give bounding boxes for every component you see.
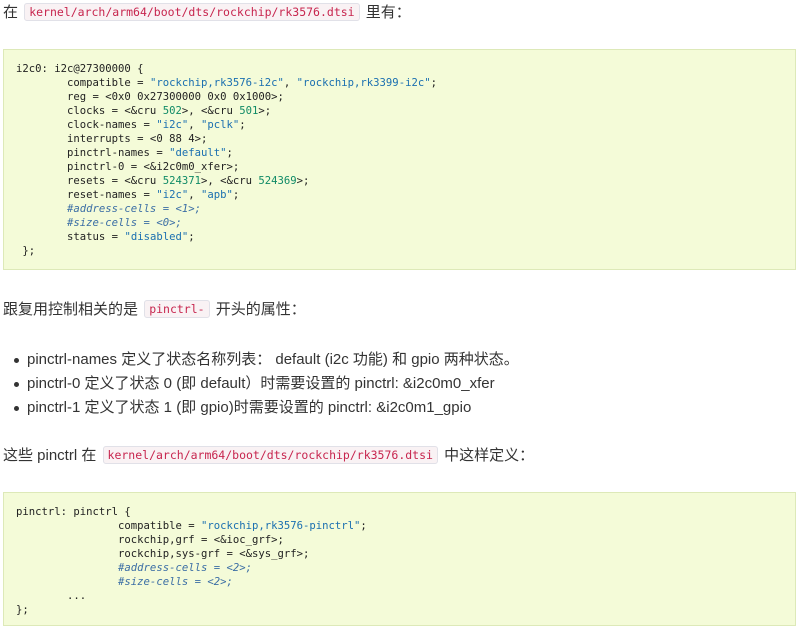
pinctrl-definition-paragraph: 这些 pinctrl 在 kernel/arch/arm64/boot/dts/… (3, 443, 534, 468)
intro-paragraph: 在 kernel/arch/arm64/boot/dts/rockchip/rk… (3, 0, 411, 25)
code-token: 524369 (258, 175, 297, 187)
code-token: ; (430, 77, 437, 89)
sentence3-file-path: kernel/arch/arm64/boot/dts/rockchip/rk35… (102, 446, 438, 464)
code-token: rockchip,grf = <&ioc_grf>; (16, 534, 284, 546)
code-token: ; (226, 147, 233, 159)
code-token: ; (232, 189, 240, 201)
code-token: 524371 (162, 175, 201, 187)
code-line: reg = <0x0 0x27300000 0x0 0x1000>; (16, 90, 284, 104)
code-token: "apb" (200, 189, 233, 201)
code-token: }; (16, 245, 36, 257)
pinctrl-property-list: pinctrl-names 定义了状态名称列表： default (i2c 功能… (0, 348, 519, 420)
code-token: , (188, 119, 201, 131)
code-line: rockchip,sys-grf = <&sys_grf>; (16, 547, 309, 561)
pinctrl-code-block: pinctrl: pinctrl { compatible = "rockchi… (3, 492, 796, 626)
code-token: pinctrl-names = (16, 147, 170, 159)
code-line: clock-names = "i2c", "pclk"; (16, 118, 246, 132)
code-line: #address-cells = <1>; (16, 202, 201, 216)
code-token: , (188, 189, 201, 201)
code-token: resets = <&cru (16, 175, 163, 187)
code-token: compatible = (16, 520, 201, 532)
code-token: pinctrl-0 = <&i2c0m0_xfer>; (16, 161, 240, 173)
code-token: pinctrl: pinctrl { (16, 506, 131, 518)
code-token: "disabled" (124, 231, 189, 243)
code-token: >; (296, 175, 310, 187)
code-token: >, <&cru (200, 175, 259, 187)
code-token: reset-names = (16, 189, 157, 201)
code-token: compatible = (16, 77, 150, 89)
list-item: pinctrl-1 定义了状态 1 (即 gpio)时需要设置的 pinctrl… (14, 396, 519, 420)
code-token: 502 (162, 105, 182, 117)
code-line: #address-cells = <2>; (16, 561, 252, 575)
code-token: }; (16, 604, 29, 616)
code-token: "rockchip,rk3576-pinctrl" (200, 520, 361, 532)
code-token: "pclk" (200, 119, 240, 131)
code-token: #address-cells = <1>; (16, 203, 201, 215)
code-line: reset-names = "i2c", "apb"; (16, 188, 239, 202)
code-token: "rockchip,rk3576-i2c" (149, 77, 284, 89)
code-token: rockchip,sys-grf = <&sys_grf>; (16, 548, 310, 560)
code-line: #size-cells = <0>; (16, 216, 182, 230)
code-token: "i2c" (156, 189, 189, 201)
code-token: interrupts = <0 88 4>; (16, 133, 208, 145)
code-token: ; (239, 119, 246, 131)
code-token: "default" (169, 147, 227, 159)
code-line: pinctrl: pinctrl { (16, 505, 131, 519)
code-line: compatible = "rockchip,rk3576-pinctrl"; (16, 519, 367, 533)
code-line: compatible = "rockchip,rk3576-i2c", "roc… (16, 76, 437, 90)
code-token: i2c0: i2c@27300000 { (16, 63, 144, 75)
code-line: pinctrl-0 = <&i2c0m0_xfer>; (16, 160, 239, 174)
code-token: ... (16, 590, 87, 602)
code-line: pinctrl-names = "default"; (16, 146, 233, 160)
sentence2-text-after: 开头的属性： (215, 301, 306, 318)
code-token: reg = <0x0 0x27300000 0x0 0x1000>; (16, 91, 284, 103)
pinctrl-prefix-code: pinctrl- (144, 300, 210, 318)
code-token: #size-cells = <2>; (16, 576, 233, 588)
code-token: status = (16, 231, 125, 243)
code-line: ... (16, 589, 86, 603)
code-token: "rockchip,rk3399-i2c" (296, 77, 431, 89)
code-token: 501 (239, 105, 259, 117)
code-token: ; (188, 231, 195, 243)
code-line: resets = <&cru 524371>, <&cru 524369>; (16, 174, 309, 188)
code-line: interrupts = <0 88 4>; (16, 132, 207, 146)
intro-text-before: 在 (3, 4, 19, 21)
pinctrl-prefix-paragraph: 跟复用控制相关的是 pinctrl- 开头的属性： (3, 297, 306, 322)
intro-text-after: 里有： (365, 4, 411, 21)
list-item: pinctrl-0 定义了状态 0 (即 default）时需要设置的 pinc… (14, 372, 519, 396)
code-token: ; (360, 520, 367, 532)
sentence3-text-after: 中这样定义： (444, 447, 535, 464)
code-line: status = "disabled"; (16, 230, 195, 244)
code-line: }; (16, 244, 35, 258)
list-item: pinctrl-names 定义了状态名称列表： default (i2c 功能… (14, 348, 519, 372)
code-token: >, <&cru (181, 105, 240, 117)
code-token: "i2c" (156, 119, 189, 131)
intro-file-path: kernel/arch/arm64/boot/dts/rockchip/rk35… (24, 3, 360, 21)
code-token: >; (258, 105, 272, 117)
code-token: , (283, 77, 297, 89)
code-token: clock-names = (16, 119, 157, 131)
code-token: clocks = <&cru (16, 105, 163, 117)
code-line: }; (16, 603, 29, 617)
sentence3-text-before: 这些 pinctrl 在 (3, 447, 97, 464)
i2c0-code-block: i2c0: i2c@27300000 { compatible = "rockc… (3, 49, 796, 270)
code-line: rockchip,grf = <&ioc_grf>; (16, 533, 284, 547)
code-token: #size-cells = <0>; (16, 217, 182, 229)
code-token: #address-cells = <2>; (16, 562, 252, 574)
sentence2-text-before: 跟复用控制相关的是 (3, 301, 139, 318)
code-line: #size-cells = <2>; (16, 575, 233, 589)
code-line: clocks = <&cru 502>, <&cru 501>; (16, 104, 271, 118)
code-line: i2c0: i2c@27300000 { (16, 62, 144, 76)
